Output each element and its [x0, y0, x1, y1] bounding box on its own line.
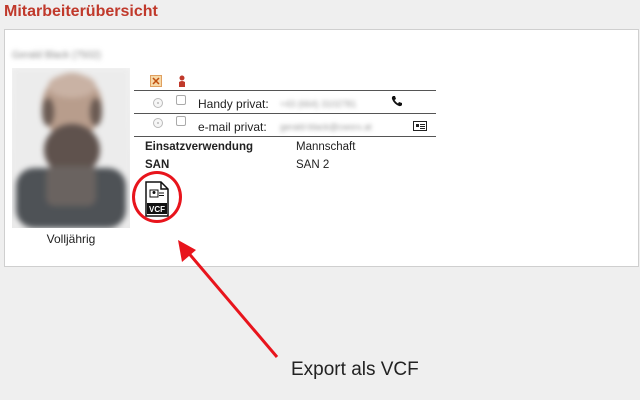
annotation-text: Export als VCF — [291, 359, 419, 380]
annotation-arrow — [178, 240, 279, 358]
